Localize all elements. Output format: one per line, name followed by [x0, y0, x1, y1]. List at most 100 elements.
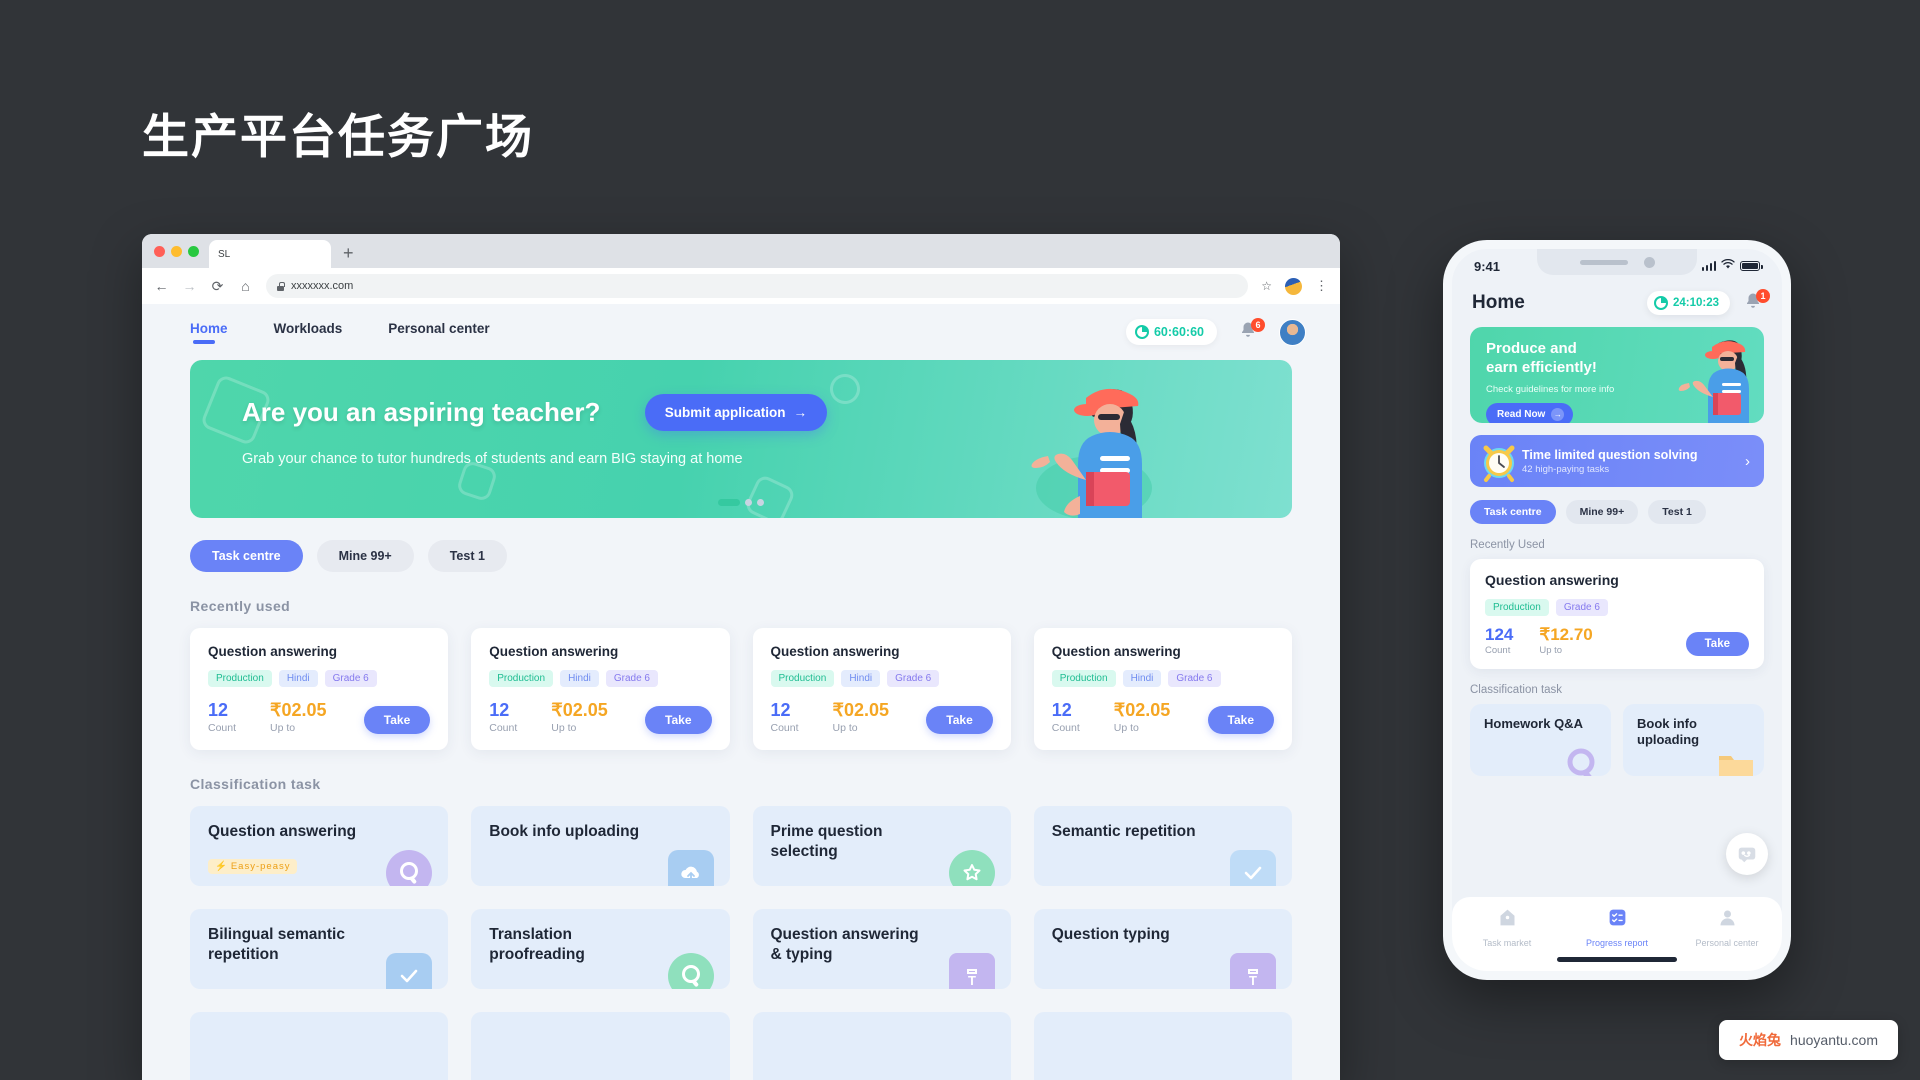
- front-camera: [1643, 256, 1655, 268]
- phone-task-price-stat: ₹12.70 Up to: [1539, 625, 1592, 656]
- nav-item-personal-center[interactable]: Personal center: [388, 321, 489, 344]
- phone-chip-test-1[interactable]: Test 1: [1648, 500, 1706, 524]
- classification-card[interactable]: [190, 1012, 449, 1080]
- task-card[interactable]: Question answering Production Hindi Grad…: [1033, 628, 1292, 750]
- read-now-label: Read Now: [1497, 408, 1546, 420]
- phone-task-card[interactable]: Question answering Production Grade 6 12…: [1470, 559, 1764, 669]
- tag-language: Hindi: [1122, 670, 1162, 687]
- task-card[interactable]: Question answering Production Hindi Grad…: [190, 628, 449, 750]
- maximize-window-button[interactable]: [188, 245, 199, 257]
- chrome-profile-avatar[interactable]: [1285, 277, 1302, 295]
- reload-icon[interactable]: ⟳: [210, 278, 225, 295]
- classification-card[interactable]: Question typing T: [1033, 909, 1292, 989]
- classification-card[interactable]: Book info uploading: [471, 806, 730, 886]
- tag-production: Production: [770, 670, 835, 687]
- phone-notifications-button[interactable]: 1: [1744, 288, 1770, 315]
- classification-card[interactable]: Question answering & typing T: [752, 909, 1011, 989]
- phone-header: Home 24:10:23 1: [1452, 283, 1782, 327]
- clock-icon: [1134, 325, 1149, 339]
- phone-classification-card[interactable]: Book info uploading: [1623, 704, 1764, 776]
- back-icon[interactable]: ←: [154, 278, 169, 294]
- phone-task-price-label: Up to: [1539, 645, 1563, 656]
- classification-card[interactable]: Translation proofreading: [471, 909, 730, 989]
- close-window-button[interactable]: [154, 245, 165, 257]
- classification-card[interactable]: Semantic repetition: [1033, 806, 1292, 886]
- phone-task-card-title: Question answering: [1485, 572, 1619, 588]
- notifications-button[interactable]: 6: [1239, 317, 1265, 344]
- phone-hero-banner[interactable]: Produce and earn efficiently! Check guid…: [1470, 327, 1764, 423]
- window-controls[interactable]: [154, 234, 209, 268]
- phone-promo-banner[interactable]: Time limited question solving 42 high-pa…: [1470, 435, 1764, 487]
- carousel-dots[interactable]: [718, 499, 764, 506]
- url-input[interactable]: xxxxxxx.com: [266, 274, 1249, 298]
- classification-card[interactable]: Bilingual semantic repetition: [190, 909, 449, 989]
- home-icon[interactable]: ⌂: [238, 278, 253, 294]
- nav-item-workloads[interactable]: Workloads: [274, 321, 343, 344]
- lock-icon: [277, 281, 285, 291]
- carousel-dot-active[interactable]: [718, 499, 740, 506]
- page-title: 生产平台任务广场: [142, 110, 534, 163]
- browser-tab-label: SL: [218, 248, 231, 260]
- carousel-dot[interactable]: [757, 499, 764, 506]
- task-card[interactable]: Question answering Production Hindi Grad…: [471, 628, 730, 750]
- take-button[interactable]: Take: [363, 706, 431, 734]
- classification-card[interactable]: [1033, 1012, 1292, 1080]
- folder-icon: [1716, 746, 1754, 776]
- home-indicator[interactable]: [1557, 957, 1677, 962]
- chip-task-centre[interactable]: Task centre: [190, 540, 303, 572]
- phone-classification-card[interactable]: Homework Q&A: [1470, 704, 1611, 776]
- forward-icon[interactable]: →: [182, 278, 197, 294]
- phone-chip-task-centre[interactable]: Task centre: [1470, 500, 1556, 524]
- chip-test-1[interactable]: Test 1: [427, 540, 507, 572]
- bookmark-icon[interactable]: ☆: [1261, 279, 1272, 293]
- chip-mine[interactable]: Mine 99+: [316, 540, 414, 572]
- browser-tab[interactable]: SL close-icon: [209, 240, 331, 268]
- question-circle-icon: [386, 850, 433, 886]
- task-price-stat: ₹02.05 Up to: [833, 700, 890, 734]
- phone-take-button[interactable]: Take: [1685, 632, 1749, 656]
- task-price-label: Up to: [1113, 722, 1139, 734]
- arrow-right-icon: →: [1551, 407, 1565, 421]
- classification-card[interactable]: Question answering ⚡ Easy-peasy: [190, 806, 449, 886]
- difficulty-badge-label: Easy-peasy: [230, 861, 291, 872]
- task-count-label: Count: [208, 722, 237, 734]
- classification-card[interactable]: [471, 1012, 730, 1080]
- phone-task-count-stat: 124 Count: [1485, 625, 1513, 656]
- task-card-stats: 12 Count ₹02.05 Up to Take: [771, 700, 993, 734]
- nav-item-home[interactable]: Home: [190, 321, 228, 344]
- task-card[interactable]: Question answering Production Hindi Grad…: [752, 628, 1011, 750]
- classification-card-title: Translation proofreading: [489, 926, 585, 964]
- read-now-button[interactable]: Read Now →: [1486, 402, 1574, 423]
- alarm-clock-icon: [1476, 438, 1522, 484]
- submit-application-button[interactable]: Submit application →: [644, 394, 828, 431]
- phone-countdown-timer[interactable]: 24:10:23: [1646, 291, 1730, 315]
- browser-menu-icon[interactable]: ⋮: [1315, 279, 1328, 292]
- take-button[interactable]: Take: [1207, 706, 1274, 734]
- phone-chip-mine[interactable]: Mine 99+: [1565, 500, 1639, 524]
- classification-card[interactable]: [752, 1012, 1011, 1080]
- classification-card[interactable]: Prime question selecting: [752, 806, 1011, 886]
- phone-task-card-stats: 124 Count ₹12.70 Up to Take: [1485, 625, 1749, 656]
- chat-support-icon[interactable]: [1726, 833, 1768, 875]
- tag-language: Hindi: [278, 670, 318, 687]
- task-price-value: ₹02.05: [832, 700, 890, 720]
- status-time: 9:41: [1474, 258, 1501, 274]
- carousel-dot[interactable]: [745, 499, 752, 506]
- tab-progress-report[interactable]: Progress report: [1562, 907, 1672, 948]
- header-actions: 60:60:60 6: [1125, 317, 1306, 346]
- task-count-stat: 12 Count: [208, 700, 236, 734]
- chevron-right-icon[interactable]: ›: [1745, 453, 1750, 470]
- take-button[interactable]: Take: [926, 706, 993, 734]
- new-tab-icon[interactable]: +: [343, 243, 354, 264]
- minimize-window-button[interactable]: [171, 245, 182, 257]
- user-avatar[interactable]: [1279, 318, 1306, 346]
- text-bag-icon: T: [1230, 953, 1276, 989]
- tab-personal-center[interactable]: Personal center: [1672, 907, 1782, 948]
- hero-banner[interactable]: Are you an aspiring teacher? Submit appl…: [190, 360, 1292, 518]
- tab-task-market[interactable]: Task market: [1452, 907, 1562, 948]
- take-button[interactable]: Take: [645, 706, 712, 734]
- phone-classification-card-title: Book info uploading: [1637, 716, 1700, 748]
- tag-grade: Grade 6: [324, 670, 377, 687]
- check-icon: [1230, 850, 1276, 886]
- countdown-timer[interactable]: 60:60:60: [1125, 319, 1217, 345]
